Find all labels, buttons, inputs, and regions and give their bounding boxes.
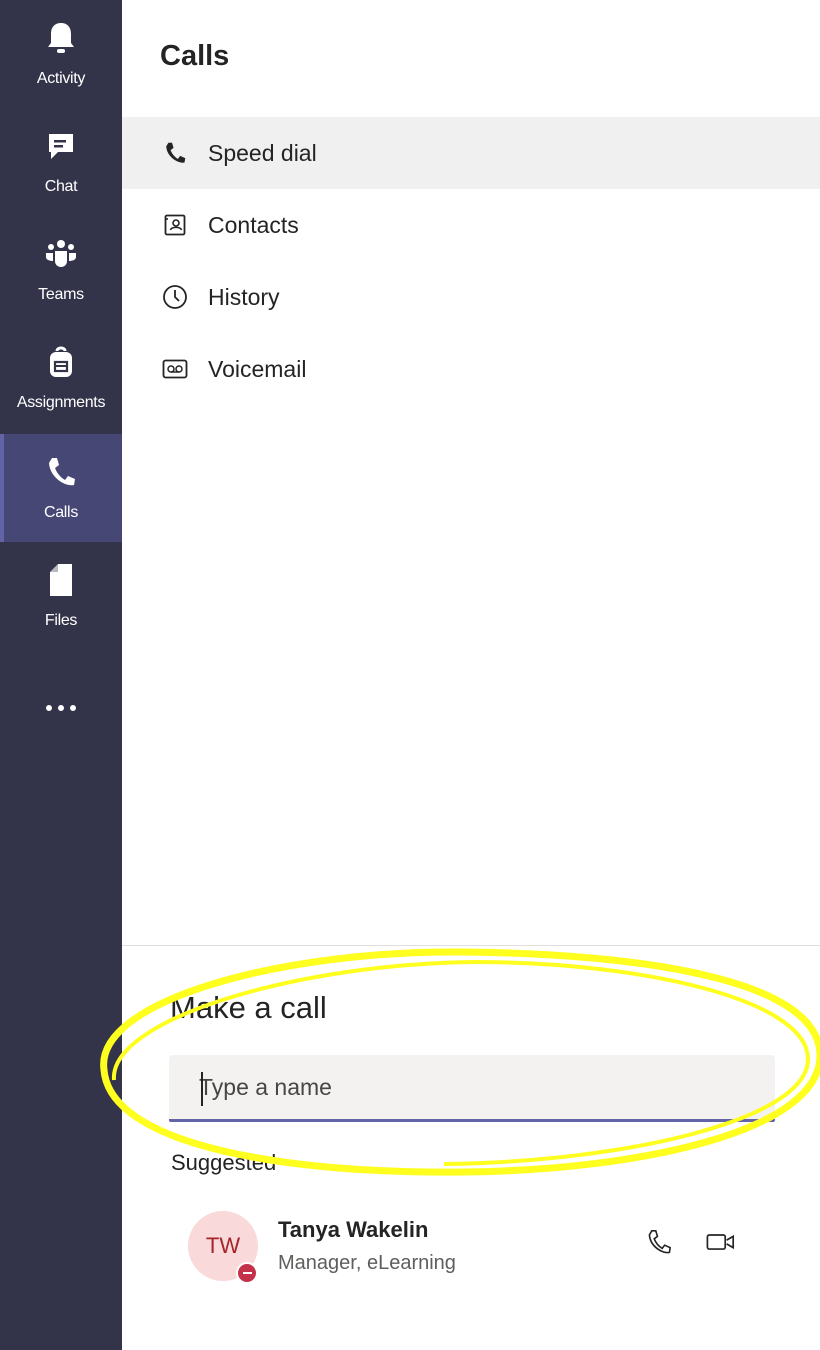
contact-subtitle: Manager, eLearning (278, 1252, 456, 1274)
rail-label: Calls (43, 504, 79, 521)
audio-call-button[interactable] (644, 1227, 674, 1257)
nav-label: Contacts (208, 211, 299, 238)
rail-item-files[interactable]: Files (0, 542, 122, 650)
page-title: Calls (160, 40, 230, 72)
calls-pane: Calls Speed dial Contacts History Voicem… (122, 0, 820, 1350)
bell-icon (0, 20, 122, 56)
rail-item-assignments[interactable]: Assignments (0, 324, 122, 432)
phone-icon (160, 138, 190, 168)
nav-item-voicemail[interactable]: Voicemail (122, 333, 820, 405)
nav-item-history[interactable]: History (122, 261, 820, 333)
rail-item-activity[interactable]: Activity (0, 0, 122, 108)
rail-item-teams[interactable]: Teams (0, 216, 122, 324)
rail-label: Assignments (16, 394, 106, 411)
more-icon[interactable] (0, 688, 122, 728)
contact-card-icon (160, 210, 190, 240)
backpack-icon (0, 344, 122, 380)
teams-icon (0, 236, 122, 272)
file-icon (0, 562, 122, 598)
nav-label: Voicemail (208, 355, 307, 382)
nav-label: Speed dial (208, 139, 317, 166)
rail-item-calls[interactable]: Calls (0, 434, 122, 542)
nav-item-speed-dial[interactable]: Speed dial (122, 117, 820, 189)
nav-item-contacts[interactable]: Contacts (122, 189, 820, 261)
teams-window: Activity Chat Teams Assignments Calls Fi… (0, 0, 820, 1350)
presence-busy-icon (236, 1262, 258, 1284)
suggested-contact-row[interactable]: TW Tanya Wakelin Manager, eLearning (122, 1205, 820, 1285)
app-rail: Activity Chat Teams Assignments Calls Fi… (0, 0, 122, 1350)
rail-label: Files (44, 612, 78, 629)
video-camera-icon (706, 1234, 735, 1250)
avatar-initials: TW (205, 1233, 241, 1258)
text-caret (201, 1072, 203, 1106)
phone-icon (0, 454, 122, 490)
contact-name: Tanya Wakelin (278, 1217, 429, 1242)
rail-label: Chat (44, 178, 78, 195)
voicemail-icon (160, 354, 190, 384)
chat-icon (0, 128, 122, 164)
make-a-call-title: Make a call (170, 990, 327, 1025)
rail-label: Teams (38, 286, 84, 303)
rail-label: Activity (36, 70, 86, 87)
suggested-label: Suggested (171, 1150, 277, 1175)
section-divider (122, 945, 820, 946)
clock-icon (160, 282, 190, 312)
nav-label: History (208, 283, 280, 310)
rail-item-chat[interactable]: Chat (0, 108, 122, 216)
video-call-button[interactable] (706, 1227, 736, 1257)
name-search-input[interactable] (169, 1055, 775, 1122)
phone-outline-icon (648, 1230, 671, 1254)
